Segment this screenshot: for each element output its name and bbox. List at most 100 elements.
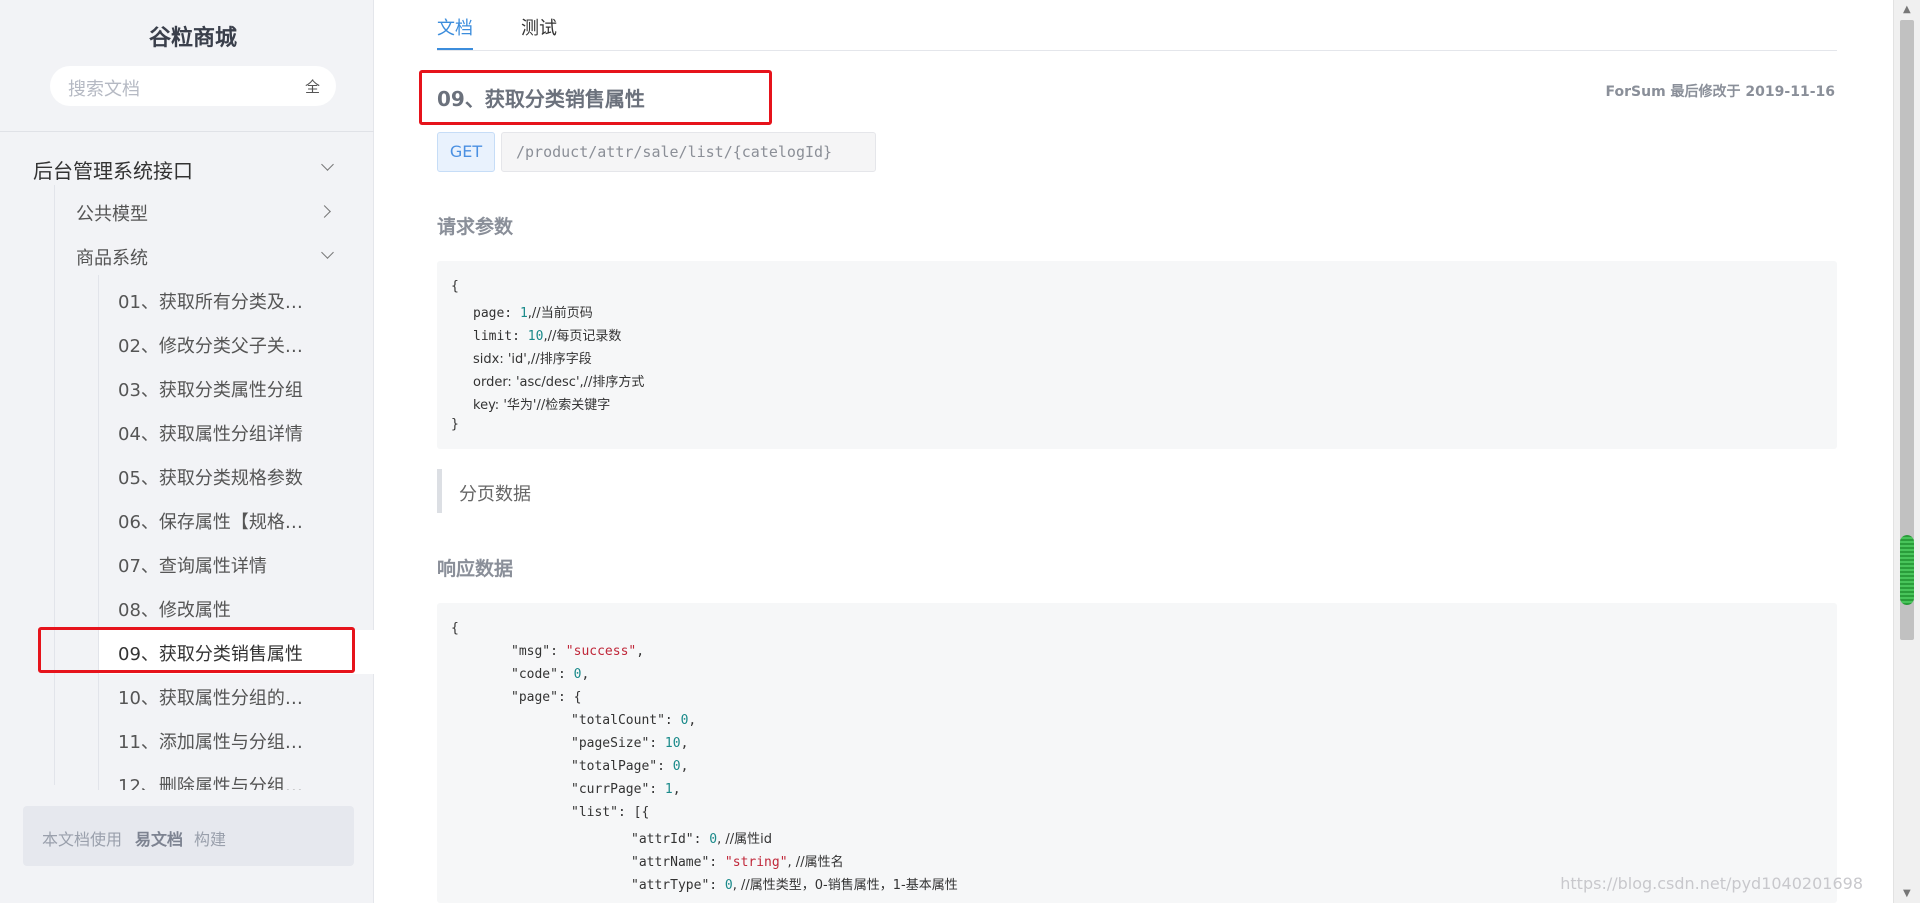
search-scope-toggle[interactable]: 全: [305, 76, 320, 97]
code-line: "list": [{: [571, 805, 650, 820]
nav-item[interactable]: 08、修改属性: [118, 596, 231, 622]
blockquote-note: 分页数据: [437, 469, 837, 513]
code-key: "currPage":: [571, 782, 665, 797]
code-punct: ,: [680, 759, 689, 774]
code-number: 0: [709, 832, 718, 847]
section-response-data: 响应数据: [437, 558, 514, 580]
nav-item[interactable]: 12、删除属性与分组…: [118, 772, 303, 790]
nav-group-admin-api[interactable]: 后台管理系统接口: [33, 155, 193, 184]
nav-item[interactable]: 07、查询属性详情: [118, 552, 267, 578]
code-line: "code": 0,: [511, 667, 589, 682]
nav-item[interactable]: 02、修改分类父子关…: [118, 332, 303, 358]
sidebar: 谷粒商城 搜索文档 全 后台管理系统接口 公共模型 商品系统 01、获取所有分类…: [0, 0, 374, 903]
request-code-block: { page: 1,//当前页码 limit: 10,//每页记录数 sidx:…: [437, 261, 1837, 449]
code-line: {: [451, 621, 459, 636]
code-line: order: 'asc/desc',//排序方式: [473, 375, 645, 390]
code-punct: ,: [680, 736, 689, 751]
section-request-params: 请求参数: [437, 216, 514, 238]
nav-item[interactable]: 06、保存属性【规格…: [118, 508, 303, 534]
code-comment: ,//每页记录数: [543, 329, 622, 344]
doc-nav: 后台管理系统接口 公共模型 商品系统 01、获取所有分类及… 02、修改分类父子…: [0, 145, 374, 790]
sidebar-divider: [0, 131, 374, 132]
brand-title: 谷粒商城: [148, 26, 237, 51]
endpoint-url: /product/attr/sale/list/{catelogId}: [501, 132, 876, 172]
code-string: "string": [724, 855, 788, 870]
code-comment: ,//当前页码: [527, 306, 593, 321]
code-comment: , //属性类型，0-销售属性，1-基本属性: [732, 878, 958, 893]
code-key: "attrId":: [631, 832, 710, 847]
code-line: "attrName": "string", //属性名: [631, 851, 844, 870]
code-number: 1: [519, 306, 528, 321]
code-key: "code":: [511, 667, 574, 682]
code-punct: ,: [581, 667, 590, 682]
highlight-box-title: [419, 70, 772, 125]
code-key: "pageSize":: [571, 736, 665, 751]
nav-item[interactable]: 05、获取分类规格参数: [118, 464, 303, 490]
code-line: "attrId": 0, //属性id: [631, 828, 772, 847]
code-key: "attrType":: [631, 878, 725, 893]
search-input[interactable]: 搜索文档 全: [50, 66, 336, 106]
code-key: "totalCount":: [571, 713, 681, 728]
nav-item[interactable]: 03、获取分类属性分组: [118, 376, 303, 402]
tab-bar: 文档 测试: [437, 0, 1837, 51]
main-content: 文档 测试 09、获取分类销售属性 ForSum 最后修改于 2019-11-1…: [375, 0, 1893, 903]
footer-brand-link[interactable]: 易文档: [135, 826, 183, 850]
code-line: limit: 10,//每页记录数: [473, 325, 621, 344]
code-key: "msg":: [511, 644, 566, 659]
code-line: "totalCount": 0,: [571, 713, 696, 728]
code-line: "pageSize": 10,: [571, 736, 688, 751]
code-key: limit:: [473, 329, 528, 344]
nav-sub-product-system[interactable]: 商品系统: [76, 244, 148, 270]
chevron-down-icon[interactable]: [321, 158, 334, 171]
pagination-note: 分页数据: [459, 484, 531, 505]
nav-indent-line: [98, 275, 99, 790]
code-line: "attrType": 0, //属性类型，0-销售属性，1-基本属性: [631, 874, 958, 893]
search-placeholder: 搜索文档: [68, 79, 140, 100]
scroll-down-arrow-icon[interactable]: ▼: [1903, 888, 1911, 899]
code-line: "page": {: [511, 690, 582, 705]
tab-doc[interactable]: 文档: [437, 14, 473, 40]
code-number: 1: [664, 782, 673, 797]
highlight-box-sidebar: [38, 627, 355, 673]
scroll-up-arrow-icon[interactable]: ▲: [1903, 4, 1911, 15]
nav-item[interactable]: 01、获取所有分类及…: [118, 288, 303, 314]
response-code-block: { "msg": "success", "code": 0, "page": {…: [437, 603, 1837, 903]
code-key: "totalPage":: [571, 759, 673, 774]
code-punct: ,: [672, 782, 681, 797]
code-key: page:: [473, 306, 520, 321]
footer-prefix: 本文档使用: [42, 830, 123, 849]
code-punct: ,: [636, 644, 645, 659]
code-line: page: 1,//当前页码: [473, 302, 593, 321]
code-line: "msg": "success",: [511, 644, 644, 659]
tab-test[interactable]: 测试: [521, 14, 557, 40]
nav-sub-public-model[interactable]: 公共模型: [76, 200, 148, 226]
code-line: "totalPage": 0,: [571, 759, 688, 774]
chevron-down-icon[interactable]: [321, 246, 334, 259]
watermark: https://blog.csdn.net/pyd1040201698: [1560, 874, 1863, 893]
code-comment: , //属性名: [787, 855, 844, 870]
http-method-badge: GET: [437, 132, 495, 172]
last-modified: ForSum 最后修改于 2019-11-16: [1605, 84, 1835, 100]
nav-item[interactable]: 10、获取属性分组的…: [118, 684, 303, 710]
code-line: {: [451, 279, 459, 294]
nav-indent-line: [54, 185, 55, 785]
code-punct: ,: [688, 713, 697, 728]
code-number: 0: [672, 759, 681, 774]
vertical-scrollbar[interactable]: ▲ ▼: [1893, 0, 1920, 903]
code-number: 10: [527, 329, 544, 344]
code-number: 10: [664, 736, 681, 751]
code-string: "success": [565, 644, 637, 659]
code-number: 0: [724, 878, 733, 893]
code-key: "attrName":: [631, 855, 725, 870]
footer-suffix: 构建: [194, 830, 227, 849]
code-line: key: '华为'//检索关键字: [473, 398, 611, 413]
nav-item[interactable]: 04、获取属性分组详情: [118, 420, 303, 446]
code-line: sidx: 'id',//排序字段: [473, 352, 592, 367]
code-line: "currPage": 1,: [571, 782, 681, 797]
nav-item[interactable]: 11、添加属性与分组…: [118, 728, 303, 754]
sidebar-footer: 本文档使用 易文档 构建: [23, 806, 354, 866]
code-comment: , //属性id: [717, 832, 772, 847]
tab-active-underline: [437, 48, 473, 50]
chevron-right-icon[interactable]: [318, 205, 331, 218]
code-line: }: [451, 417, 459, 432]
